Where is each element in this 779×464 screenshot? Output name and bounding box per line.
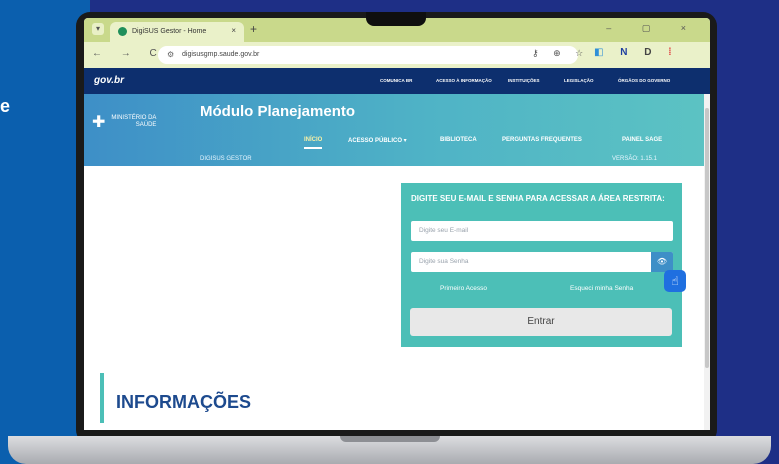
info-title: INFORMAÇÕES	[116, 392, 251, 412]
info-accent-bar	[100, 373, 104, 423]
health-cross-icon: ✚	[92, 114, 106, 131]
new-tab-icon[interactable]: +	[250, 22, 257, 36]
nav-inicio[interactable]: INÍCIO	[304, 137, 323, 149]
ministerio-line1: MINISTÉRIO DA	[111, 115, 157, 121]
ministerio-text: MINISTÉRIO DA SAÚDE	[111, 115, 156, 129]
govlink-comunica[interactable]: COMUNICA BR	[380, 78, 412, 83]
favicon-icon	[118, 27, 127, 36]
address-bar[interactable]: ⚙ digisusgmp.saude.gov.br	[158, 46, 578, 64]
version-label: VERSÃO: 1.15.1	[612, 156, 658, 162]
url-text: digisusgmp.saude.gov.br	[182, 51, 260, 58]
govlink-instituicoes[interactable]: INSTITUIÇÕES	[508, 78, 540, 83]
window-controls[interactable]: – ▢ ×	[606, 23, 700, 34]
extension-icons: ◧ N D ⁞	[594, 47, 679, 58]
scrollbar-thumb[interactable]	[705, 108, 709, 368]
login-heading: DIGITE SEU E-MAIL E SENHA PARA ACESSAR A…	[411, 194, 665, 203]
govbr-logo[interactable]: gov.br	[94, 75, 124, 86]
forgot-password-link[interactable]: Esqueci minha Senha	[570, 285, 633, 292]
tab-close-icon[interactable]: ×	[231, 26, 236, 35]
govlink-acesso-informacao[interactable]: ACESSO À INFORMAÇÃO	[436, 78, 492, 83]
enter-button[interactable]: Entrar	[410, 308, 672, 336]
nav-painel-sage[interactable]: PAINEL SAGE	[622, 137, 662, 143]
accessibility-icon[interactable]: ☝	[664, 270, 686, 292]
first-access-link[interactable]: Primeiro Acesso	[440, 285, 487, 292]
ministerio-logo[interactable]: ✚ MINISTÉRIO DA SAÚDE	[92, 112, 156, 132]
govlink-legislacao[interactable]: LEGISLAÇÃO	[564, 78, 594, 83]
extension-icon-1[interactable]: ◧	[594, 47, 610, 58]
email-field[interactable]: Digite seu E-mail	[411, 221, 673, 241]
nav-perguntas-frequentes[interactable]: PERGUNTAS FREQUENTES	[502, 137, 582, 143]
show-password-icon[interactable]: 👁	[651, 252, 673, 272]
tab-search-menu-icon[interactable]: ▾	[92, 23, 104, 35]
address-bar-icons[interactable]: ⚷ ⊕ ☆	[532, 48, 589, 59]
nav-biblioteca[interactable]: BIBLIOTECA	[440, 137, 477, 143]
password-field[interactable]: Digite sua Senha 👁	[411, 252, 673, 272]
laptop-base-groove	[340, 436, 440, 442]
gov-br-bar: gov.br COMUNICA BR ACESSO À INFORMAÇÃO I…	[84, 68, 710, 94]
password-placeholder: Digite sua Senha	[419, 258, 469, 265]
site-header: ✚ MINISTÉRIO DA SAÚDE Módulo Planejament…	[84, 94, 710, 166]
nav-acesso-publico[interactable]: ACESSO PÚBLICO ▾	[348, 137, 407, 144]
slide-stub-text: e	[0, 96, 11, 116]
browser-toolbar: ← → C ⚙ digisusgmp.saude.gov.br ⚷ ⊕ ☆ ◧ …	[84, 42, 710, 68]
subtitle: DIGISUS GESTOR	[200, 156, 252, 162]
tab-title: DigiSUS Gestor - Home	[132, 28, 207, 35]
browser-tab-active[interactable]: DigiSUS Gestor - Home ×	[110, 22, 244, 42]
page-title: Módulo Planejamento	[200, 103, 356, 120]
navigation-buttons[interactable]: ← → C	[92, 48, 165, 59]
browser-menu-icon[interactable]: ⁞	[668, 47, 678, 58]
laptop-notch	[366, 12, 426, 26]
laptop-screen: ▾ DigiSUS Gestor - Home × + – ▢ × ← → C …	[84, 18, 710, 430]
extension-icon-d[interactable]: D	[644, 47, 658, 58]
ministerio-line2: SAÚDE	[135, 122, 157, 128]
govlink-orgaos[interactable]: ÓRGÃOS DO GOVERNO	[618, 78, 670, 83]
extension-icon-n[interactable]: N	[620, 47, 634, 58]
site-info-icon[interactable]: ⚙	[167, 50, 174, 59]
